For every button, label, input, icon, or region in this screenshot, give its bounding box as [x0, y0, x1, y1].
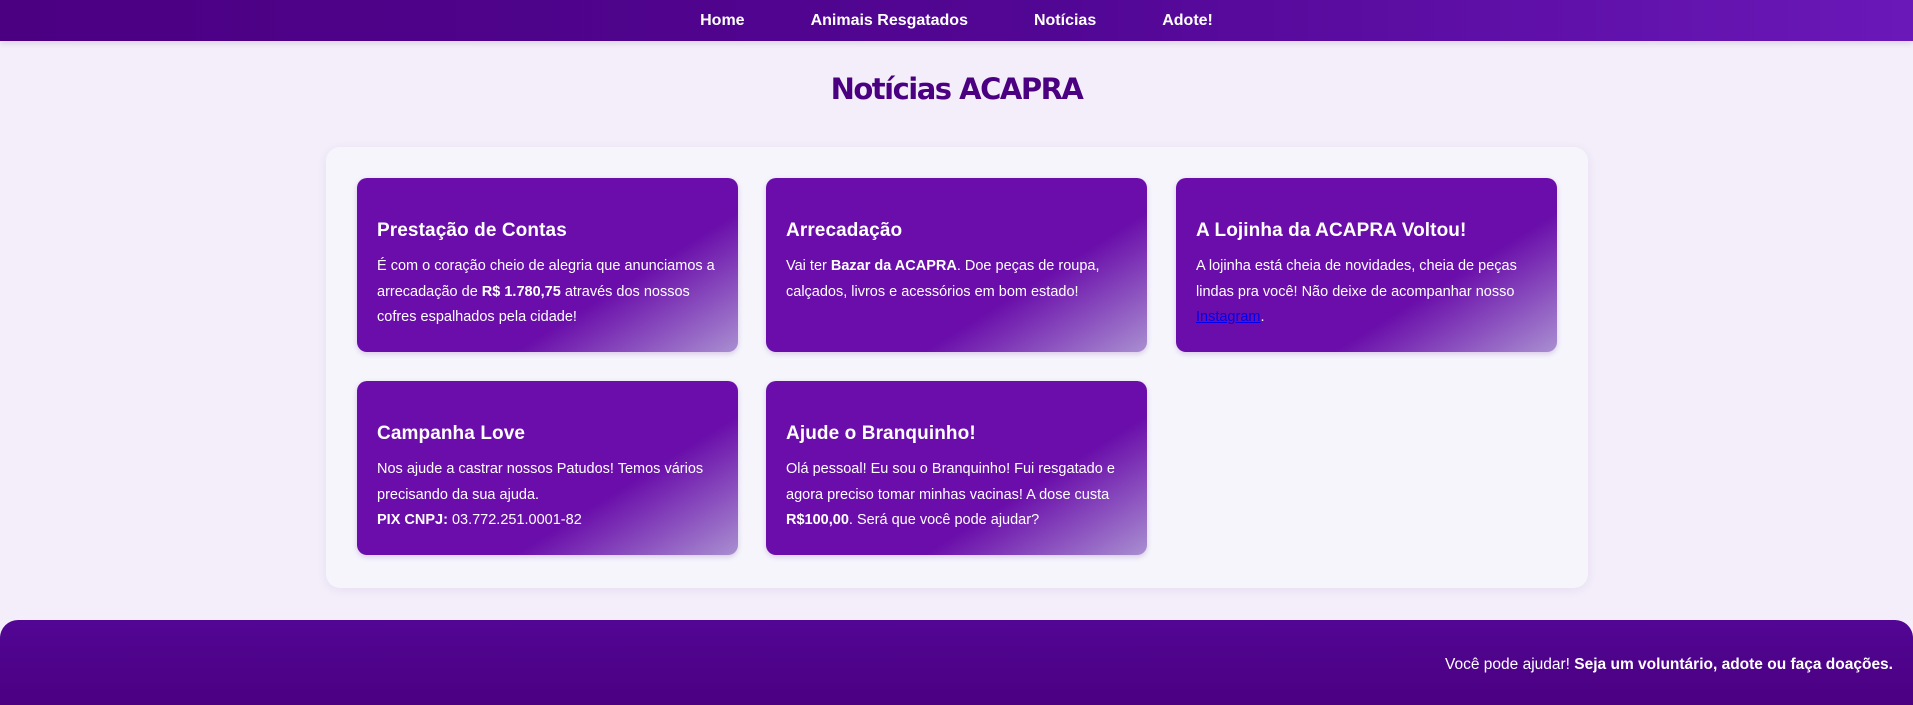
footer-call-to-action: Seja um voluntário, adote ou faça doaçõe… [1574, 656, 1893, 673]
news-panel: Prestação de Contas É com o coração chei… [326, 147, 1588, 588]
instagram-link[interactable]: Instagram [1196, 309, 1260, 325]
news-card-arrecadacao: Arrecadação Vai ter Bazar da ACAPRA. Doe… [766, 178, 1147, 352]
pix-label: PIX CNPJ: [377, 512, 448, 528]
card-title: Campanha Love [377, 423, 526, 444]
card-highlight: Bazar da ACAPRA [830, 258, 957, 274]
footer: Você pode ajudar! Seja um voluntário, ad… [0, 620, 1913, 705]
page-title: Notícias ACAPRA [830, 72, 1084, 106]
news-card-campanha-love: Campanha Love Nos ajude a castrar nossos… [357, 381, 738, 555]
news-card-lojinha: A Lojinha da ACAPRA Voltou! A lojinha es… [1176, 178, 1557, 352]
news-card-prestacao-de-contas: Prestação de Contas É com o coração chei… [357, 178, 738, 352]
nav-link-adote[interactable]: Adote! [1162, 12, 1213, 30]
card-text: Olá pessoal! Eu sou o Branquinho! Fui re… [786, 461, 1115, 528]
card-highlight: R$ 1.780,75 [481, 283, 561, 300]
nav-link-noticias[interactable]: Notícias [1034, 12, 1096, 30]
news-card-branquinho: Ajude o Branquinho! Olá pessoal! Eu sou … [766, 381, 1147, 555]
card-text: A lojinha está cheia de novidades, cheia… [1196, 258, 1517, 325]
card-title: Arrecadação [786, 220, 903, 241]
card-title: Ajude o Branquinho! [786, 423, 976, 444]
pix-cnpj-value: 03.772.251.0001-82 [447, 512, 582, 528]
card-text: Nos ajude a castrar nossos Patudos! Temo… [377, 461, 704, 528]
footer-text: Você pode ajudar! Seja um voluntário, ad… [1445, 656, 1893, 673]
nav-link-animais-resgatados[interactable]: Animais Resgatados [811, 12, 968, 30]
card-title: Prestação de Contas [377, 220, 567, 241]
card-highlight: R$100,00 [786, 512, 849, 528]
nav-link-home[interactable]: Home [700, 12, 744, 30]
card-text: É com o coração cheio de alegria que anu… [377, 258, 715, 325]
card-title: A Lojinha da ACAPRA Voltou! [1196, 220, 1467, 241]
top-navigation: Home Animais Resgatados Notícias Adote! [0, 0, 1913, 41]
card-text: Vai ter Bazar da ACAPRA. Doe peças de ro… [786, 258, 1100, 300]
